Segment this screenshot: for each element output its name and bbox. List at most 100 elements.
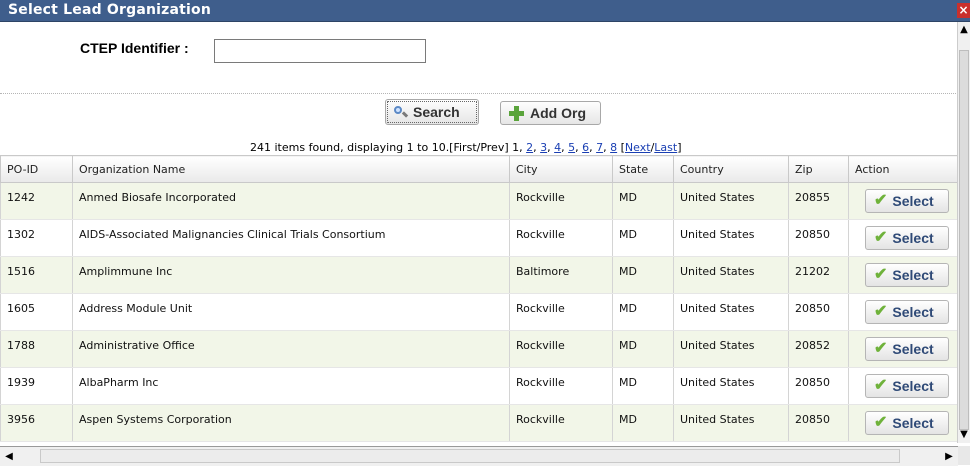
- select-button[interactable]: ✔ Select: [865, 337, 949, 361]
- magnifier-icon: [394, 105, 407, 119]
- dialog-titlebar: Select Lead Organization ×: [0, 0, 970, 22]
- close-icon[interactable]: ×: [957, 3, 970, 18]
- cell-action: ✔ Select: [848, 367, 959, 405]
- cell-zip: 20850: [788, 219, 849, 257]
- cell-state: MD: [612, 256, 674, 294]
- cell-organization-name: Address Module Unit: [72, 293, 510, 331]
- cell-action: ✔ Select: [848, 219, 959, 257]
- cell-action: ✔ Select: [848, 293, 959, 331]
- cell-city: Rockville: [509, 293, 613, 331]
- search-button-label: Search: [413, 104, 460, 120]
- select-button-label: Select: [892, 341, 934, 357]
- cell-zip: 20850: [788, 404, 849, 442]
- column-header-state[interactable]: State: [612, 155, 674, 183]
- organization-table: PO-ID Organization Name City State Count…: [0, 155, 959, 442]
- table-row: 1788 Administrative Office Rockville MD …: [0, 330, 959, 368]
- last-page-link[interactable]: Last: [654, 141, 677, 154]
- scroll-right-arrow-icon[interactable]: ▶: [942, 447, 956, 466]
- cell-organization-name: Aspen Systems Corporation: [72, 404, 510, 442]
- cell-po-id: 1516: [0, 256, 73, 294]
- cell-state: MD: [612, 367, 674, 405]
- column-header-action: Action: [848, 155, 959, 183]
- cell-state: MD: [612, 219, 674, 257]
- cell-organization-name: Administrative Office: [72, 330, 510, 368]
- cell-organization-name: Amplimmune Inc: [72, 256, 510, 294]
- page-link-8[interactable]: 8: [610, 141, 617, 154]
- scroll-left-arrow-icon[interactable]: ◀: [2, 447, 16, 466]
- cell-state: MD: [612, 293, 674, 331]
- cell-city: Rockville: [509, 330, 613, 368]
- cell-country: United States: [673, 367, 789, 405]
- select-button-label: Select: [892, 267, 934, 283]
- search-button[interactable]: Search: [385, 99, 479, 125]
- column-header-po-id[interactable]: PO-ID: [0, 155, 73, 183]
- select-button[interactable]: ✔ Select: [865, 226, 949, 250]
- cell-country: United States: [673, 330, 789, 368]
- checkmark-icon: ✔: [874, 229, 888, 246]
- cell-organization-name: AlbaPharm Inc: [72, 367, 510, 405]
- select-button[interactable]: ✔ Select: [865, 263, 949, 287]
- table-header-row: PO-ID Organization Name City State Count…: [0, 155, 959, 183]
- cell-po-id: 1939: [0, 367, 73, 405]
- select-button[interactable]: ✔ Select: [865, 411, 949, 435]
- select-button[interactable]: ✔ Select: [865, 189, 949, 213]
- cell-po-id: 3956: [0, 404, 73, 442]
- cell-city: Rockville: [509, 219, 613, 257]
- vertical-scroll-thumb[interactable]: [959, 50, 969, 430]
- cell-state: MD: [612, 330, 674, 368]
- page-link-6[interactable]: 6: [582, 141, 589, 154]
- cell-po-id: 1302: [0, 219, 73, 257]
- cell-country: United States: [673, 182, 789, 220]
- page-link-7[interactable]: 7: [596, 141, 603, 154]
- add-org-button[interactable]: Add Org: [500, 101, 601, 125]
- horizontal-scroll-thumb[interactable]: [40, 449, 900, 463]
- column-header-city[interactable]: City: [509, 155, 613, 183]
- cell-action: ✔ Select: [848, 404, 959, 442]
- cell-organization-name: Anmed Biosafe Incorporated: [72, 182, 510, 220]
- cell-country: United States: [673, 256, 789, 294]
- cell-po-id: 1605: [0, 293, 73, 331]
- next-page-link[interactable]: Next: [625, 141, 651, 154]
- select-button-label: Select: [892, 304, 934, 320]
- cell-zip: 20852: [788, 330, 849, 368]
- cell-zip: 20850: [788, 367, 849, 405]
- checkmark-icon: ✔: [874, 192, 888, 209]
- ctep-identifier-input[interactable]: [214, 39, 426, 63]
- cell-zip: 20855: [788, 182, 849, 220]
- scroll-down-arrow-icon[interactable]: ▼: [958, 427, 970, 443]
- column-header-country[interactable]: Country: [673, 155, 789, 183]
- select-button[interactable]: ✔ Select: [865, 300, 949, 324]
- plus-icon: [509, 105, 524, 121]
- page-link-3[interactable]: 3: [540, 141, 547, 154]
- add-org-button-label: Add Org: [530, 105, 586, 121]
- column-header-zip[interactable]: Zip: [788, 155, 849, 183]
- checkmark-icon: ✔: [874, 266, 888, 283]
- cell-city: Baltimore: [509, 256, 613, 294]
- cell-country: United States: [673, 219, 789, 257]
- cell-organization-name: AIDS-Associated Malignancies Clinical Tr…: [72, 219, 510, 257]
- horizontal-scrollbar[interactable]: ◀ ▶: [0, 446, 958, 466]
- pagination: 241 items found, displaying 1 to 10.[Fir…: [250, 141, 682, 154]
- select-button[interactable]: ✔ Select: [865, 374, 949, 398]
- cell-city: Rockville: [509, 182, 613, 220]
- cell-state: MD: [612, 404, 674, 442]
- vertical-scrollbar[interactable]: ▲ ▼: [957, 22, 970, 443]
- ctep-identifier-label: CTEP Identifier :: [80, 40, 189, 56]
- scroll-up-arrow-icon[interactable]: ▲: [958, 22, 970, 38]
- select-button-label: Select: [892, 415, 934, 431]
- page-link-4[interactable]: 4: [554, 141, 561, 154]
- pagination-summary: 241 items found, displaying 1 to 10.[Fir…: [250, 141, 523, 154]
- cell-zip: 21202: [788, 256, 849, 294]
- column-header-organization-name[interactable]: Organization Name: [72, 155, 510, 183]
- cell-po-id: 1242: [0, 182, 73, 220]
- checkmark-icon: ✔: [874, 377, 888, 394]
- table-row: 1516 Amplimmune Inc Baltimore MD United …: [0, 256, 959, 294]
- section-divider: [0, 93, 958, 94]
- page-link-2[interactable]: 2: [526, 141, 533, 154]
- cell-city: Rockville: [509, 404, 613, 442]
- cell-action: ✔ Select: [848, 330, 959, 368]
- cell-city: Rockville: [509, 367, 613, 405]
- dialog-title: Select Lead Organization: [8, 2, 212, 18]
- page-link-5[interactable]: 5: [568, 141, 575, 154]
- select-button-label: Select: [892, 193, 934, 209]
